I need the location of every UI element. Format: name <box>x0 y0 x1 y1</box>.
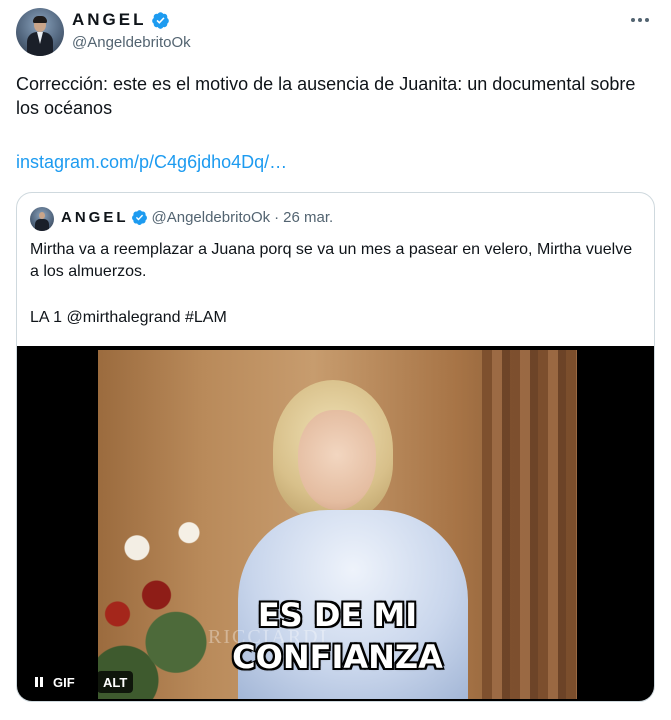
author-name-row: ANGEL <box>72 10 170 30</box>
pause-icon <box>35 677 45 687</box>
verified-icon <box>131 210 147 225</box>
quoted-author-avatar[interactable] <box>30 207 54 231</box>
quoted-tweet[interactable]: ANGEL @AngeldebritoOk · 26 mar. Mirtha v… <box>16 192 655 702</box>
author-handle[interactable]: @AngeldebritoOk <box>72 34 191 51</box>
woman-face-shape <box>298 410 376 510</box>
gif-caption-line1: ES DE MI <box>257 596 418 634</box>
quoted-author-name[interactable]: ANGEL <box>61 209 129 226</box>
gif-badge[interactable]: GIF <box>29 671 81 693</box>
quoted-tags: LA 1 @mirthalegrand #LAM <box>30 309 227 326</box>
tweet-link[interactable]: instagram.com/p/C4g6jdho4Dq/… <box>16 152 287 173</box>
quoted-text: Mirtha va a reemplazar a Juana porq se v… <box>30 241 633 280</box>
gif-caption-line2: CONFIANZA <box>232 638 443 676</box>
quoted-date[interactable]: 26 mar. <box>283 209 333 226</box>
verified-icon <box>151 11 169 29</box>
alt-badge[interactable]: ALT <box>97 671 134 693</box>
quoted-gif[interactable]: RICCIARDI ES DE MI CONFIANZA GIF ALT <box>17 346 654 701</box>
quoted-header: ANGEL @AngeldebritoOk · 26 mar. <box>61 209 333 226</box>
tweet-text: Corrección: este es el motivo de la ause… <box>16 74 636 118</box>
quoted-author-handle[interactable]: @AngeldebritoOk <box>152 209 271 226</box>
author-avatar[interactable] <box>16 8 64 56</box>
separator: · <box>274 209 280 226</box>
more-icon[interactable] <box>627 10 653 30</box>
author-name[interactable]: ANGEL <box>72 10 147 30</box>
gif-label: GIF <box>53 674 75 690</box>
gif-frame: RICCIARDI ES DE MI CONFIANZA <box>98 350 577 699</box>
